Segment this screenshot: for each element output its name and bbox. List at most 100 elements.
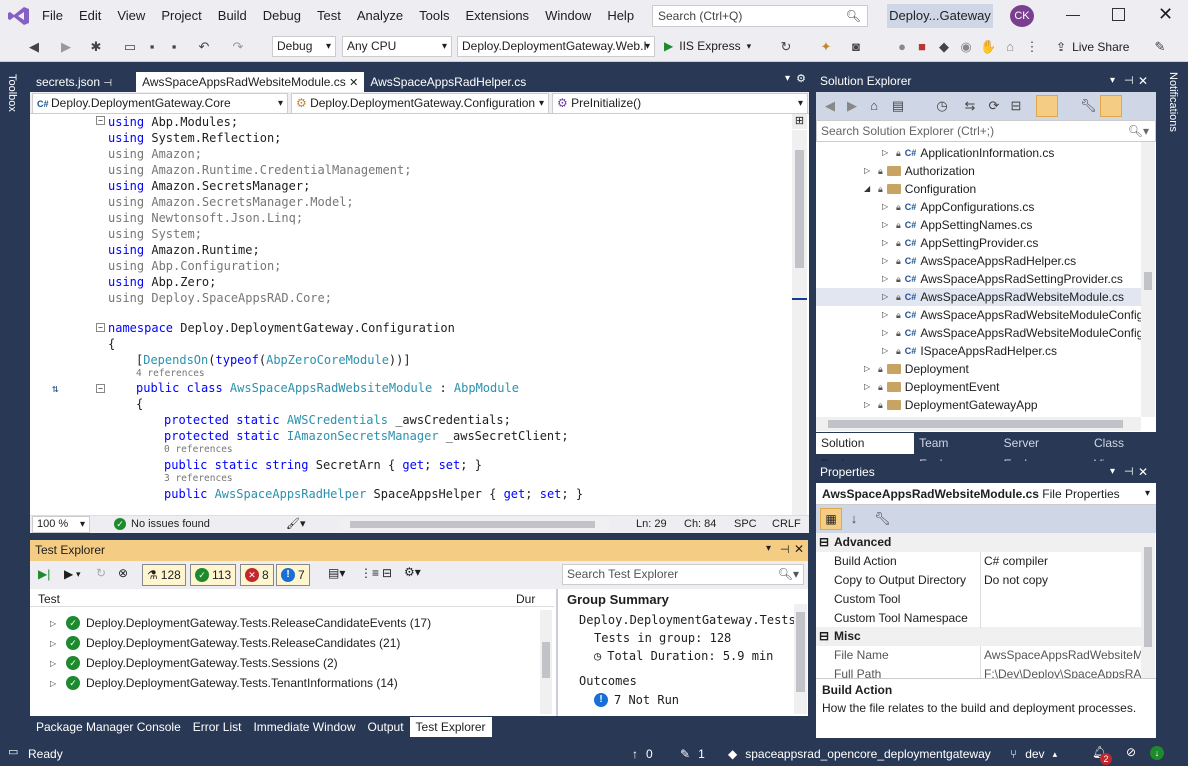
- expand-chevron-icon[interactable]: ▷: [882, 198, 892, 216]
- zoom-dropdown[interactable]: 100 %: [32, 516, 90, 533]
- code-editor[interactable]: − using Abp.Modules; using System.Reflec…: [30, 114, 809, 515]
- home-icon[interactable]: ⌂: [866, 98, 882, 114]
- tab-error-list[interactable]: Error List: [187, 717, 248, 737]
- forward-icon[interactable]: ▶: [844, 98, 860, 114]
- whitespace-mode[interactable]: SPC: [734, 518, 757, 530]
- close-panel-icon[interactable]: ✕: [1138, 70, 1148, 92]
- category-misc[interactable]: ⊟ Misc: [816, 627, 1146, 646]
- tree-item[interactable]: ▷ 🔒︎ C# ISpaceAppsRadHelper.cs: [882, 342, 1057, 360]
- tree-item[interactable]: ▷ 🔒︎ DeploymentGatewayApp: [864, 396, 1038, 414]
- property-row[interactable]: Build Action C# compiler: [816, 552, 1146, 571]
- column-test[interactable]: Test: [38, 592, 60, 606]
- expand-chevron-icon[interactable]: ▷: [882, 144, 892, 162]
- properties-object-selector[interactable]: AwsSpaceAppsRadWebsiteModule.cs File Pro…: [816, 483, 1156, 505]
- expand-chevron-icon[interactable]: ▷: [864, 360, 874, 378]
- live-share-button[interactable]: ⇪ Live Share: [1056, 40, 1129, 54]
- total-tests-filter[interactable]: ⚗ 128: [142, 564, 186, 586]
- tree-item[interactable]: ▷ 🔒︎ C# AppSettingProvider.cs: [882, 234, 1038, 252]
- collapse-all-icon[interactable]: ⊟: [1008, 98, 1024, 114]
- redo-icon[interactable]: ↷: [230, 39, 246, 55]
- type-dropdown[interactable]: ⚙ Deploy.DeploymentGateway.Configuration: [291, 93, 549, 114]
- notifications-strip[interactable]: Notifications: [1160, 70, 1188, 740]
- tab-package-manager-console[interactable]: Package Manager Console: [30, 717, 187, 737]
- expand-chevron-icon[interactable]: ▷: [882, 270, 892, 288]
- tree-item[interactable]: ◢ 🔒︎ Configuration: [864, 180, 976, 198]
- property-pages-icon[interactable]: 🔧︎: [874, 511, 891, 527]
- tab-aws-helper[interactable]: AwsSpaceAppsRadHelper.cs: [364, 72, 532, 92]
- tab-solution-explorer[interactable]: Solution Explorer: [816, 433, 915, 471]
- expand-chevron-icon[interactable]: ▷: [882, 216, 892, 234]
- menu-view[interactable]: View: [109, 0, 153, 32]
- settings-icon[interactable]: ⚙: [796, 72, 806, 85]
- codelens-references[interactable]: 4 references: [136, 368, 205, 379]
- split-editor-icon[interactable]: ⊞: [792, 114, 807, 129]
- expand-chevron-icon[interactable]: ▷: [864, 396, 874, 414]
- pending-changes-icon[interactable]: ◷: [934, 98, 950, 114]
- playlist-icon[interactable]: ▤▾: [328, 566, 345, 580]
- solution-name-badge[interactable]: Deploy...Gateway: [887, 4, 993, 28]
- menu-window[interactable]: Window: [537, 0, 599, 32]
- menu-project[interactable]: Project: [153, 0, 209, 32]
- codelens-references[interactable]: 0 references: [164, 444, 233, 455]
- more-tools-icon[interactable]: ⋮: [1024, 39, 1040, 55]
- panel-menu-icon[interactable]: ▾: [766, 543, 771, 554]
- error-indicator-icon[interactable]: ⊘: [1126, 745, 1136, 759]
- tree-item[interactable]: ▷ 🔒︎ C# AwsSpaceAppsRadWebsiteModuleConfigu: [882, 324, 1150, 342]
- category-advanced[interactable]: ⊟ Advanced: [816, 533, 1146, 552]
- test-row[interactable]: ▷ ✓ Deploy.DeploymentGateway.Tests.TenantI…: [50, 676, 398, 690]
- configuration-dropdown[interactable]: Debug: [272, 36, 336, 57]
- close-panel-icon[interactable]: ✕: [1138, 461, 1148, 483]
- panel-menu-icon[interactable]: ▾: [1110, 70, 1115, 92]
- refresh-icon[interactable]: ⟳: [986, 98, 1002, 114]
- categorized-icon[interactable]: ▦: [820, 508, 842, 530]
- toolbox-strip[interactable]: Toolbox: [0, 70, 28, 740]
- implementation-glyph-icon[interactable]: ⇅: [52, 382, 59, 395]
- platform-dropdown[interactable]: Any CPU: [342, 36, 452, 57]
- avatar[interactable]: CK: [1010, 5, 1034, 27]
- tree-item[interactable]: ▷ 🔒︎ C# AwsSpaceAppsRadWebsiteModuleConfig.: [882, 306, 1147, 324]
- expand-chevron-icon[interactable]: ▷: [882, 288, 892, 306]
- expand-chevron-icon[interactable]: ▷: [864, 378, 874, 396]
- tree-item[interactable]: ▷ 🔒︎ Deployment: [864, 360, 969, 378]
- menu-file[interactable]: File: [34, 0, 71, 32]
- pin-icon[interactable]: ⊣: [1124, 70, 1134, 92]
- undo-icon[interactable]: ↶: [196, 39, 212, 55]
- tab-output[interactable]: Output: [362, 717, 410, 737]
- panel-menu-icon[interactable]: ▾: [1110, 461, 1115, 483]
- expand-chevron-icon[interactable]: ▷: [882, 234, 892, 252]
- failed-tests-filter[interactable]: ✕ 8: [240, 564, 274, 586]
- tree-item[interactable]: ▷ 🔒︎ C# AppConfigurations.cs: [882, 198, 1034, 216]
- run-button[interactable]: ▶ IIS Express ▾: [664, 39, 751, 53]
- tab-aws-website-module[interactable]: AwsSpaceAppsRadWebsiteModule.cs ✕: [136, 72, 365, 92]
- search-box[interactable]: Search (Ctrl+Q) 🔍︎: [652, 5, 868, 27]
- preview-selected-icon[interactable]: [1100, 95, 1122, 117]
- splitter[interactable]: [556, 589, 558, 716]
- test-list-scrollbar[interactable]: [540, 610, 552, 714]
- codelens-references[interactable]: 3 references: [164, 473, 233, 484]
- breakpoint-icon[interactable]: ●: [894, 39, 910, 55]
- solution-search-input[interactable]: Search Solution Explorer (Ctrl+;) 🔍︎▾: [816, 120, 1156, 142]
- close-panel-icon[interactable]: ✕: [794, 542, 804, 556]
- startup-project-dropdown[interactable]: Deploy.DeploymentGateway.Web.I: [457, 36, 655, 57]
- menu-extensions[interactable]: Extensions: [457, 0, 537, 32]
- group-by-icon[interactable]: ⋮≡: [360, 566, 379, 580]
- tree-item[interactable]: ▷ 🔒︎ C# AwsSpaceAppsRadWebsiteModule.cs: [816, 288, 1141, 306]
- switch-views-icon[interactable]: ▤: [890, 98, 906, 114]
- status-ok-icon[interactable]: ↓: [1150, 746, 1164, 760]
- feedback-icon[interactable]: ✎: [1152, 39, 1168, 55]
- branch-selector[interactable]: ⑂ dev ▴: [1010, 747, 1057, 761]
- alphabetical-icon[interactable]: ↓: [846, 511, 862, 527]
- summary-scrollbar[interactable]: [794, 604, 807, 714]
- close-icon[interactable]: ✕: [1158, 4, 1173, 25]
- tab-team-explorer[interactable]: Team Explorer: [914, 433, 999, 471]
- menu-tools[interactable]: Tools: [411, 0, 457, 32]
- menu-edit[interactable]: Edit: [71, 0, 109, 32]
- save-icon[interactable]: ▪: [144, 39, 160, 55]
- pin-icon[interactable]: ⊣: [1124, 461, 1134, 483]
- member-dropdown[interactable]: ⚙ PreInitialize(): [552, 93, 808, 114]
- test-search-input[interactable]: Search Test Explorer 🔍︎▾: [562, 564, 804, 585]
- tree-item[interactable]: ▷ 🔒︎ DeploymentEvent: [864, 378, 1000, 396]
- test-settings-icon[interactable]: ⚙▾: [404, 565, 421, 579]
- save-all-icon[interactable]: ▪: [166, 39, 182, 55]
- expand-chevron-icon[interactable]: ◢: [864, 180, 874, 198]
